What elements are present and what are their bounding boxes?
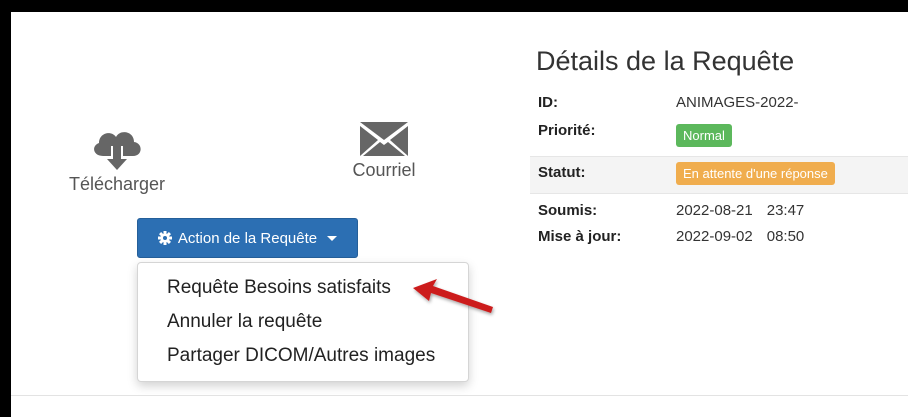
divider bbox=[11, 395, 908, 396]
download-action[interactable]: Télécharger bbox=[57, 122, 177, 195]
envelope-icon bbox=[360, 122, 408, 156]
detail-row-submitted: Soumis: 2022-08-21 23:47 bbox=[538, 198, 908, 224]
detail-row-priority: Priorité: Normal bbox=[538, 118, 908, 147]
updated-label: Mise à jour: bbox=[538, 228, 622, 245]
updated-date: 2022-09-02 bbox=[676, 228, 753, 245]
submitted-date: 2022-08-21 bbox=[676, 202, 753, 219]
id-value: ANIMAGES-2022- bbox=[676, 94, 799, 111]
email-action[interactable]: Courriel bbox=[329, 122, 439, 181]
page-frame: Télécharger Courriel Action de la Requêt… bbox=[11, 12, 908, 417]
detail-row-updated: Mise à jour: 2022-09-02 08:50 bbox=[538, 224, 908, 250]
request-action-button[interactable]: Action de la Requête bbox=[137, 218, 358, 258]
detail-row-id: ID: ANIMAGES-2022- bbox=[538, 90, 908, 116]
submitted-label: Soumis: bbox=[538, 202, 598, 219]
id-label: ID: bbox=[538, 94, 558, 111]
priority-badge: Normal bbox=[676, 124, 732, 147]
gear-icon bbox=[157, 231, 172, 245]
red-arrow-icon bbox=[413, 279, 493, 313]
details-title: Détails de la Requête bbox=[536, 46, 795, 76]
menu-item-share-dicom[interactable]: Partager DICOM/Autres images bbox=[138, 339, 468, 373]
download-label: Télécharger bbox=[68, 174, 166, 194]
request-action-label: Action de la Requête bbox=[177, 229, 318, 247]
detail-row-status: Statut: En attente d'une réponse bbox=[530, 156, 908, 194]
status-label: Statut: bbox=[538, 164, 586, 181]
status-badge: En attente d'une réponse bbox=[676, 162, 835, 185]
submitted-time: 23:47 bbox=[766, 202, 805, 219]
email-label: Courriel bbox=[352, 160, 416, 180]
cloud-download-icon bbox=[94, 132, 141, 170]
caret-down-icon bbox=[327, 235, 338, 241]
priority-label: Priorité: bbox=[538, 122, 596, 139]
updated-time: 08:50 bbox=[766, 228, 805, 245]
